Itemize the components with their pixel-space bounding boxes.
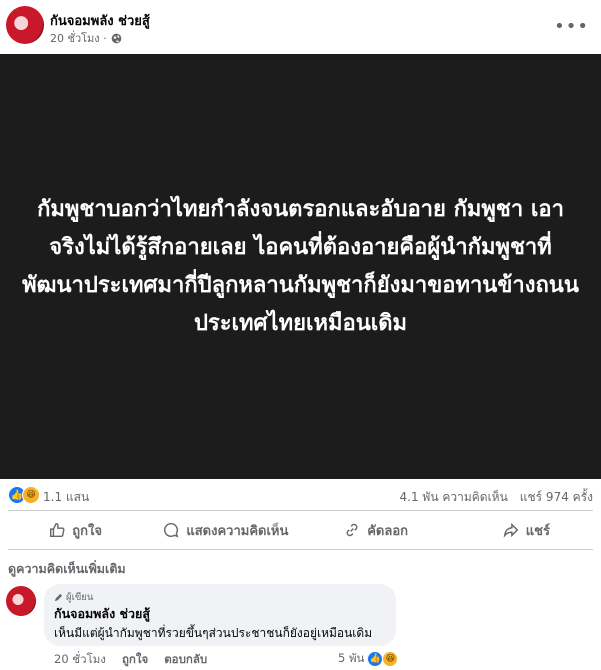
copy-label: คัดลอก — [367, 523, 409, 539]
comment-label: แสดงความคิดเห็น — [186, 523, 289, 539]
divider — [8, 549, 593, 550]
comment-reactions[interactable]: 5 พัน 👍 😆 — [338, 650, 399, 668]
haha-reaction-icon: 😆 — [22, 486, 40, 504]
comment-time[interactable]: 20 ชั่วโมง — [54, 651, 106, 669]
comment-text: เห็นมีแต่ผู้นำกัมพูชาที่รวยขึ้นๆส่วนประช… — [54, 626, 373, 640]
thumbs-up-icon — [50, 522, 65, 538]
comment-bubble: ผู้เขียน กันจอมพลัง ช่วยสู้ เห็นมีแต่ผู้… — [44, 584, 396, 646]
post-image[interactable]: กัมพูชาบอกว่าไทยกำลังจนตรอกและอับอาย กัม… — [0, 54, 601, 479]
haha-reaction-icon: 😆 — [382, 651, 399, 667]
comment-reply-button[interactable]: ตอบกลับ — [164, 651, 207, 669]
link-icon — [346, 523, 358, 537]
like-button[interactable]: ถูกใจ — [0, 511, 150, 549]
image-text: กัมพูชาบอกว่าไทยกำลังจนตรอกและอับอาย กัม… — [22, 196, 579, 336]
comment-meta: 20 ชั่วโมง ถูกใจ ตอบกลับ — [54, 651, 207, 669]
share-button[interactable]: แชร์ — [451, 511, 601, 549]
comment-like-button[interactable]: ถูกใจ — [122, 651, 148, 669]
comment-button[interactable]: แสดงความคิดเห็น — [150, 511, 300, 549]
like-label: ถูกใจ — [72, 523, 102, 539]
share-count[interactable]: แชร์ 974 ครั้ง — [520, 488, 593, 507]
comment-author[interactable]: กันจอมพลัง ช่วยสู้ — [54, 604, 150, 624]
post-time[interactable]: 20 ชั่วโมง · — [50, 29, 107, 47]
reaction-icons[interactable]: 👍 😆 — [8, 486, 40, 504]
author-badge: ผู้เขียน — [54, 590, 93, 605]
more-comments-link[interactable]: ดูความคิดเห็นเพิ่มเติม — [8, 559, 126, 579]
comment-count[interactable]: 4.1 พัน ความคิดเห็น — [400, 488, 508, 507]
pencil-icon — [54, 593, 63, 602]
post-header: กันจอมพลัง ช่วยสู้ 20 ชั่วโมง · ••• — [0, 0, 601, 54]
post-stats: 👍 😆 1.1 แสน 4.1 พัน ความคิดเห็น แชร์ 974… — [0, 482, 601, 508]
share-label: แชร์ — [525, 523, 550, 539]
page-avatar[interactable] — [6, 6, 44, 44]
share-icon — [503, 522, 519, 538]
author-badge-label: ผู้เขียน — [66, 592, 94, 603]
more-options-icon[interactable]: ••• — [554, 16, 589, 37]
comment-reaction-count: 5 พัน — [338, 651, 365, 665]
globe-icon — [111, 33, 122, 43]
copy-button[interactable]: คัดลอก — [301, 511, 451, 549]
reaction-count[interactable]: 1.1 แสน — [43, 488, 89, 507]
like-reaction-icon: 👍 — [367, 651, 384, 667]
action-bar: ถูกใจ แสดงความคิดเห็น คัดลอก แชร์ — [0, 511, 601, 549]
post-meta: 20 ชั่วโมง · — [50, 29, 122, 47]
comment-icon — [164, 522, 179, 538]
page-name[interactable]: กันจอมพลัง ช่วยสู้ — [50, 10, 150, 31]
comment-avatar[interactable] — [6, 586, 36, 616]
